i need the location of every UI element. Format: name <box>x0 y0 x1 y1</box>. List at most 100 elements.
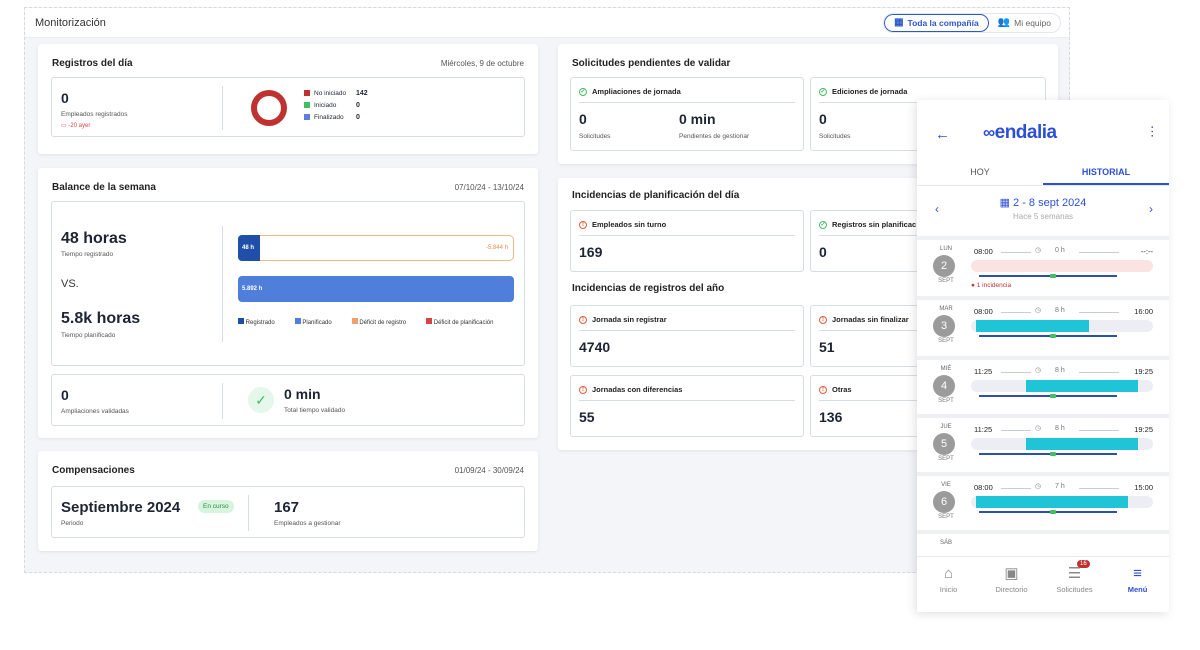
legend-planned: Planificado <box>294 318 332 326</box>
ampliaciones-box[interactable]: ✓ Ampliaciones de jornada 0 Solicitudes 0… <box>570 77 804 151</box>
registros-card: Registros del día Miércoles, 9 de octubr… <box>38 44 538 154</box>
clock-icon: ◷ <box>1035 425 1042 432</box>
alert-icon: ! <box>819 385 827 394</box>
check-circle-icon: ✓ <box>819 87 827 96</box>
tab-hoy[interactable]: HOY <box>917 160 1043 185</box>
legend-label: Iniciado <box>314 101 337 109</box>
donut-not-started <box>251 90 287 126</box>
check-circle-icon: ✓ <box>579 87 587 96</box>
incidencia-jornadas-con-diferencias[interactable]: ! Jornadas con diferencias 55 <box>570 375 804 437</box>
worked-fill <box>976 320 1090 332</box>
day-of-week: MIÉ <box>940 366 952 372</box>
legend-label: Déficit de registro <box>359 320 407 326</box>
worked-hours: 8 h <box>1055 367 1065 374</box>
team-icon: 👥 <box>997 17 1011 28</box>
clock-icon: ◷ <box>1035 483 1042 490</box>
mobile-tabs: HOY HISTORIAL <box>917 160 1169 186</box>
ampliaciones-label: Ampliaciones validadas <box>61 408 129 415</box>
balance-card: Balance de la semana 07/10/24 - 13/10/24… <box>38 168 538 438</box>
day-row[interactable]: MAR 3 SEPT 08:00 16:00 8 h ◷ <box>917 296 1169 352</box>
incidencia-title-text: Empleados sin turno <box>592 220 667 229</box>
balance-date: 07/10/24 - 13/10/24 <box>454 183 524 192</box>
end-time: --:-- <box>1140 247 1153 256</box>
day-month: SEPT <box>938 456 954 462</box>
nav-inicio[interactable]: ⌂ Inicio <box>917 557 980 612</box>
legend-value: 142 <box>356 89 368 97</box>
divider <box>248 495 249 531</box>
tab-historial[interactable]: HISTORIAL <box>1043 160 1169 185</box>
validated-label: Total tiempo validado <box>284 407 346 414</box>
legend-not-started: No iniciado 142 <box>304 87 368 99</box>
compensaciones-card: Compensaciones 01/09/24 - 30/09/24 Septi… <box>38 451 538 551</box>
day-number: 4 <box>933 375 955 397</box>
day-of-week: LUN <box>939 246 952 252</box>
separator-line <box>1001 488 1031 489</box>
scope-team-option[interactable]: 👥 Mi equipo <box>989 14 1060 32</box>
back-arrow-icon[interactable]: ← <box>935 126 950 143</box>
scope-company-option[interactable]: ▦ Toda la compañía <box>884 13 989 32</box>
ediciones-title-text: Ediciones de jornada <box>832 87 908 96</box>
incidencia-title-text: Registros sin planificac <box>832 220 917 229</box>
incidencia-title-text: Jornada sin registrar <box>592 315 667 324</box>
ampliaciones-count: 0 <box>61 387 69 403</box>
incidencia-sin-turno[interactable]: ! Empleados sin turno 169 <box>570 210 804 272</box>
employees-label: Empleados a gestionar <box>274 520 341 527</box>
planned-line <box>979 511 1117 513</box>
end-time: 19:25 <box>1134 367 1153 376</box>
scope-team-label: Mi equipo <box>1014 17 1051 28</box>
incidencia-value: 136 <box>819 409 843 425</box>
now-marker <box>1050 274 1056 278</box>
planned-line <box>979 275 1117 277</box>
time-track <box>971 380 1153 392</box>
contacts-icon: ▣ <box>1004 565 1019 582</box>
nav-directorio[interactable]: ▣ Directorio <box>980 557 1043 612</box>
week-range: ▦ 2 - 8 sept 2024 <box>917 196 1169 209</box>
clock-icon: ◷ <box>1035 247 1042 254</box>
nav-solicitudes[interactable]: ☰ 16 Solicitudes <box>1043 557 1106 612</box>
next-week-icon[interactable]: › <box>1149 202 1153 216</box>
alert-icon: ! <box>819 315 827 324</box>
day-row[interactable]: LUN 2 SEPT 08:00 --:-- 0 h ◷ ● 1 incidencia <box>917 236 1169 292</box>
now-marker <box>1050 510 1056 514</box>
day-row[interactable]: MIÉ 4 SEPT 11:25 19:25 8 h ◷ <box>917 356 1169 412</box>
status-donut <box>251 90 287 126</box>
period-label: Periodo <box>61 520 84 527</box>
check-circle-icon: ✓ <box>819 220 827 229</box>
balance-title: Balance de la semana <box>52 182 156 193</box>
check-icon: ✓ <box>248 387 274 413</box>
day-of-week: SÁB <box>939 540 952 546</box>
time-track <box>971 320 1153 332</box>
week-range-text: 2 - 8 sept 2024 <box>1013 197 1087 209</box>
nav-menu[interactable]: ≡ Menú <box>1106 557 1169 612</box>
day-row[interactable]: JUE 5 SEPT 11:25 19:25 8 h ◷ <box>917 414 1169 470</box>
separator-line <box>1001 372 1031 373</box>
end-time: 15:00 <box>1134 483 1153 492</box>
incidencia-jornada-sin-registrar[interactable]: ! Jornada sin registrar 4740 <box>570 305 804 367</box>
clock-icon: ◷ <box>1035 367 1042 374</box>
scope-toggle[interactable]: ▦ Toda la compañía 👥 Mi equipo <box>883 12 1061 33</box>
registros-title: Registros del día <box>52 58 133 69</box>
divider <box>579 400 795 401</box>
start-time: 11:25 <box>974 425 993 434</box>
end-time: 16:00 <box>1134 307 1153 316</box>
more-options-icon[interactable]: ⋯ <box>1145 125 1160 138</box>
day-number: 2 <box>933 255 955 277</box>
legend-swatch <box>238 318 244 324</box>
legend-plan-deficit: Déficit de planificación <box>426 318 493 326</box>
separator-line <box>1079 430 1119 431</box>
start-time: 11:25 <box>974 367 993 376</box>
legend-label: Finalizado <box>314 113 344 121</box>
legend-swatch <box>304 90 310 96</box>
vs-label: VS. <box>61 278 79 290</box>
calendar-icon: ▦ <box>999 197 1014 209</box>
pending-label: Pendientes de gestionar <box>679 133 750 140</box>
status-legend: No iniciado 142 Iniciado 0 Finalizado 0 <box>304 87 368 123</box>
day-of-week: MAR <box>939 306 953 312</box>
incident-text: 1 incidencia <box>976 282 1012 289</box>
separator-line <box>1079 372 1119 373</box>
worked-hours: 0 h <box>1055 247 1065 254</box>
day-row[interactable]: VIE 6 SEPT 08:00 15:00 7 h ◷ <box>917 472 1169 528</box>
building-icon: ▦ <box>894 17 904 28</box>
ediciones-count-label: Solicitudes <box>819 133 851 140</box>
validated-time: 0 min <box>284 386 321 402</box>
